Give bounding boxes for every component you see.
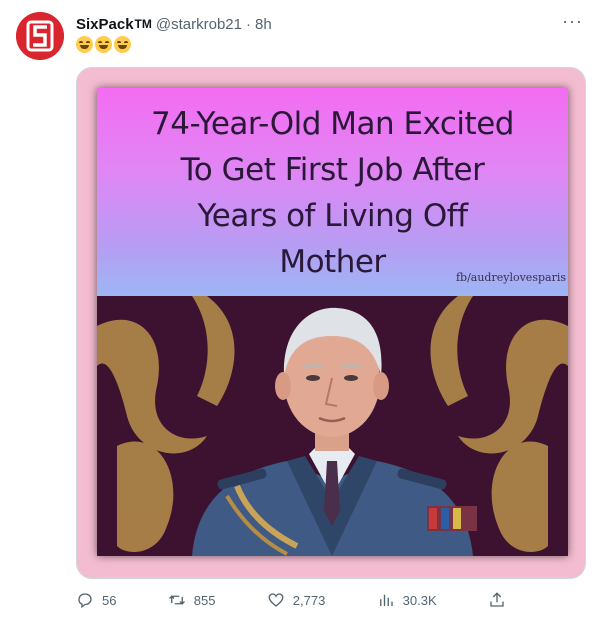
- meme-headline: 74-Year-Old Man Excited To Get First Job…: [97, 88, 568, 296]
- meme-image: 74-Year-Old Man Excited To Get First Job…: [97, 88, 568, 556]
- separator: ·: [245, 15, 251, 33]
- heart-icon: [268, 593, 284, 607]
- tweet-actions: 56 855 2,773 30.3K: [76, 590, 506, 610]
- avatar[interactable]: [16, 12, 64, 60]
- view-count: 30.3K: [402, 592, 437, 608]
- share-button[interactable]: [488, 590, 506, 610]
- headline-line: To Get First Job After: [180, 152, 485, 188]
- timestamp[interactable]: 8h: [255, 16, 272, 33]
- like-button[interactable]: 2,773: [267, 590, 326, 610]
- tweet[interactable]: SixPack TM @starkrob21 · 8h ··· 74-Year-…: [0, 0, 598, 622]
- grinning-squinting-face-icon: [95, 36, 112, 53]
- tweet-header: SixPack TM @starkrob21 · 8h: [76, 14, 272, 34]
- reply-count: 56: [102, 592, 117, 608]
- retweet-count: 855: [193, 592, 216, 608]
- retweet-icon: [168, 595, 185, 605]
- tweet-text: [76, 36, 131, 56]
- display-name[interactable]: SixPack: [76, 16, 134, 33]
- image-credit: fb/audreylovesparis: [455, 271, 566, 284]
- retweet-button[interactable]: 855: [168, 590, 216, 610]
- user-handle[interactable]: @starkrob21: [156, 16, 242, 33]
- portrait-photo: [97, 296, 568, 556]
- views-button[interactable]: 30.3K: [377, 590, 437, 610]
- reply-button[interactable]: 56: [76, 590, 116, 610]
- more-options-icon[interactable]: ···: [562, 12, 582, 34]
- grinning-squinting-face-icon: [76, 36, 93, 53]
- views-chart-icon: [379, 594, 393, 606]
- like-count: 2,773: [292, 592, 326, 608]
- headline-line: 74-Year-Old Man Excited: [151, 106, 514, 142]
- trademark-symbol: TM: [134, 17, 152, 31]
- grinning-squinting-face-icon: [114, 36, 131, 53]
- share-icon: [490, 592, 504, 607]
- sixpack-logo-icon: [16, 12, 64, 60]
- tweet-media[interactable]: 74-Year-Old Man Excited To Get First Job…: [76, 67, 586, 579]
- reply-icon: [78, 593, 92, 609]
- headline-line: Years of Living Off: [197, 198, 468, 234]
